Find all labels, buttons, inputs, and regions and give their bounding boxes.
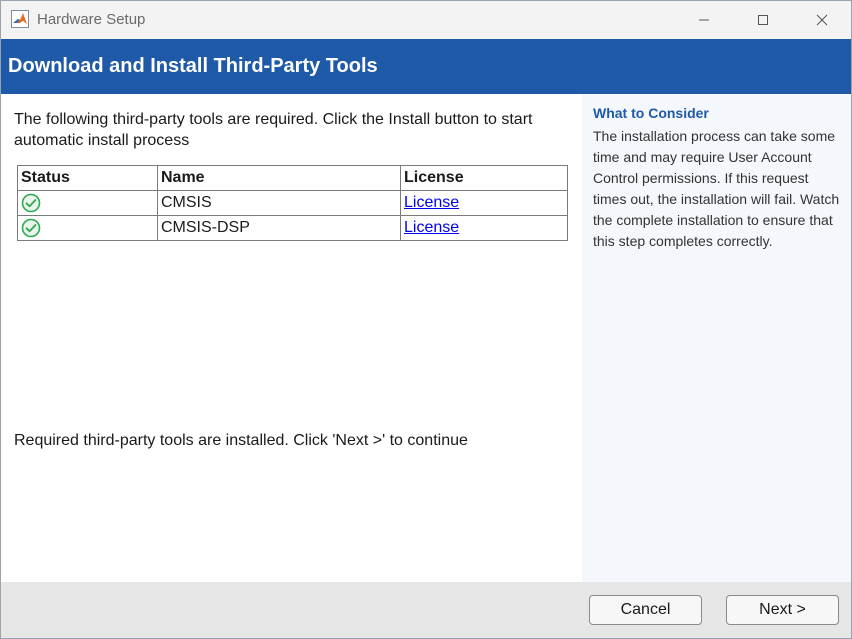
close-icon (816, 14, 828, 26)
column-header-name: Name (157, 165, 401, 191)
matlab-icon (11, 10, 29, 28)
license-cell: License (400, 215, 568, 241)
title-bar[interactable]: Hardware Setup (1, 1, 851, 39)
window-title: Hardware Setup (37, 11, 146, 28)
footer-bar: Cancel Next > (1, 582, 851, 638)
status-cell (17, 190, 158, 216)
table-row: CMSIS-DSP License (17, 215, 568, 241)
name-cell: CMSIS-DSP (157, 215, 401, 241)
next-button[interactable]: Next > (726, 595, 839, 625)
maximize-button[interactable] (734, 1, 792, 39)
check-icon (21, 193, 41, 213)
check-icon (21, 218, 41, 238)
minimize-button[interactable] (675, 1, 733, 39)
table-header-row: Status Name License (17, 165, 568, 191)
help-text: The installation process can take some t… (593, 128, 840, 249)
column-header-license: License (400, 165, 568, 191)
status-cell (17, 215, 158, 241)
cancel-button[interactable]: Cancel (589, 595, 702, 625)
page-banner: Download and Install Third-Party Tools (1, 39, 851, 94)
name-cell: CMSIS (157, 190, 401, 216)
license-link-cmsis-dsp[interactable]: License (404, 219, 459, 236)
column-header-status: Status (17, 165, 158, 191)
hardware-setup-window: Hardware Setup Download and Install Thir… (0, 0, 852, 639)
help-title: What to Consider (593, 105, 709, 121)
help-side-panel: What to Consider The installation proces… (582, 94, 851, 582)
close-button[interactable] (793, 1, 851, 39)
intro-text: The following third-party tools are requ… (14, 111, 533, 149)
page-title: Download and Install Third-Party Tools (8, 55, 378, 77)
tools-table: Status Name License CMSIS License CMSIS-… (17, 165, 568, 241)
license-cell: License (400, 190, 568, 216)
minimize-icon (699, 19, 709, 21)
install-status-message: Required third-party tools are installed… (14, 432, 468, 449)
maximize-icon (758, 15, 768, 25)
license-link-cmsis[interactable]: License (404, 194, 459, 211)
main-panel: The following third-party tools are requ… (1, 94, 582, 582)
table-row: CMSIS License (17, 190, 568, 216)
